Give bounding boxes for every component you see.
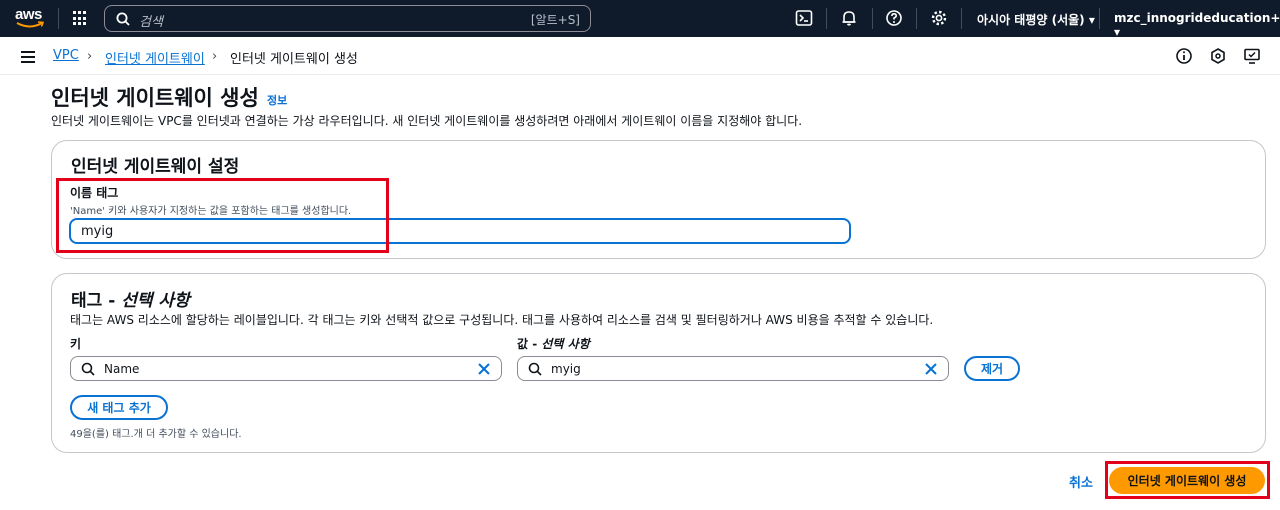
menu-icon[interactable] [21,51,35,63]
top-navigation-bar: aws 검색 [알트+S] 아시아 태평양 (서울) ▾ mzc_innogri… [0,0,1280,39]
value-label-optional: 선택 사항 [541,337,590,351]
tag-key-value: Name [104,362,140,376]
info-icon[interactable] [1175,47,1193,65]
divider [872,8,873,29]
breadcrumb-bar: VPC › 인터넷 게이트웨이 › 인터넷 게이트웨이 생성 [0,37,1280,75]
info-link[interactable]: 정보 [267,92,287,108]
page-title: 인터넷 게이트웨이 생성 [51,86,259,110]
aws-smile-icon [16,21,44,28]
remove-tag-button[interactable]: 제거 [964,356,1020,381]
services-grid-icon[interactable] [73,11,88,26]
breadcrumb-internet-gateways[interactable]: 인터넷 게이트웨이 [105,48,205,67]
breadcrumb-separator: › [87,49,93,64]
breadcrumb-current: 인터넷 게이트웨이 생성 [230,52,358,67]
breadcrumb-vpc[interactable]: VPC [53,48,79,63]
help-icon[interactable] [885,9,903,27]
search-icon [528,362,542,376]
security-shield-icon[interactable] [1209,47,1227,65]
account-menu[interactable]: mzc_innogrideducation+41 ▾ [1114,11,1280,39]
divider [1099,8,1100,29]
tag-value-input[interactable]: myig [517,356,949,381]
search-icon [116,12,130,26]
divider [826,8,827,29]
breadcrumb-separator: › [212,49,218,64]
clear-icon[interactable] [477,362,491,376]
tag-value-value: myig [551,362,581,376]
settings-panel-title: 인터넷 게이트웨이 설정 [71,157,240,177]
bell-icon[interactable] [840,9,858,27]
aws-logo[interactable]: aws [14,5,46,31]
region-selector[interactable]: 아시아 태평양 (서울) ▾ [977,11,1095,28]
divider [961,8,962,29]
search-icon [81,362,95,376]
add-tag-button[interactable]: 새 태그 추가 [70,395,168,420]
divider [58,8,59,29]
global-search-input[interactable]: 검색 [알트+S] [104,5,591,32]
page-description: 인터넷 게이트웨이는 VPC를 인터넷과 연결하는 가상 라우터입니다. 새 인… [51,114,803,128]
clear-icon[interactable] [924,362,938,376]
tags-description: 태그는 AWS 리소스에 할당하는 레이블입니다. 각 태그는 키와 선택적 값… [70,313,934,327]
tags-title-prefix: 태그 - [71,291,122,311]
remaining-tags-hint: 49을(를) 태그.개 더 추가할 수 있습니다. [70,429,242,440]
feedback-icon[interactable] [1243,47,1261,65]
tag-key-input[interactable]: Name [70,356,502,381]
search-placeholder: 검색 [139,15,163,30]
cloudshell-icon[interactable] [795,9,813,27]
highlight-box [1105,461,1270,499]
key-column-label: 키 [70,337,82,351]
search-shortcut-hint: [알트+S] [530,13,580,27]
divider [916,8,917,29]
tags-panel: 태그 - 선택 사항 태그는 AWS 리소스에 할당하는 레이블입니다. 각 태… [51,273,1266,453]
cancel-button[interactable]: 취소 [1069,472,1093,491]
tags-title-optional: 선택 사항 [121,291,190,311]
tags-panel-title: 태그 - 선택 사항 [71,286,190,311]
gear-icon[interactable] [930,9,948,27]
value-column-label: 값 - 선택 사항 [517,335,590,352]
value-label-prefix: 값 - [517,337,542,351]
highlight-box [56,178,389,253]
